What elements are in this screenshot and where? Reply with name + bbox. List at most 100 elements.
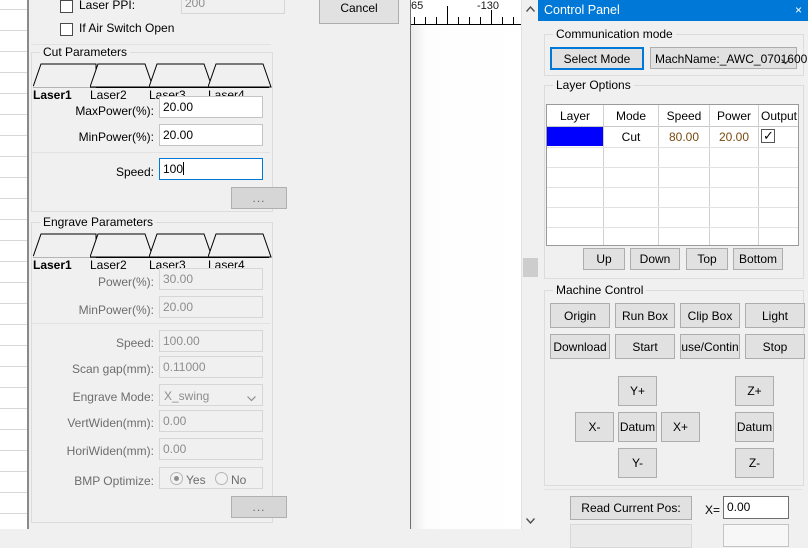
select-mode-button[interactable]: Select Mode <box>550 47 644 70</box>
grid-line <box>0 282 27 283</box>
layer-up-button[interactable]: Up <box>583 248 625 270</box>
layer-mode-cell[interactable]: Cut <box>604 127 658 147</box>
laser-parameter-dialog: Laser PPI: 200 If Air Switch Open Cut Pa… <box>29 0 411 529</box>
air-switch-checkbox[interactable] <box>60 23 73 36</box>
jog-z-datum-button[interactable]: Datum <box>735 412 774 442</box>
layer-color-swatch[interactable] <box>547 127 603 146</box>
stop-button[interactable]: Stop <box>745 334 805 359</box>
layer-top-button[interactable]: Top <box>686 248 728 270</box>
control-panel-titlebar: Control Panel × <box>538 0 808 21</box>
grid-line <box>0 324 27 325</box>
jog-y-plus-button[interactable]: Y+ <box>618 376 657 406</box>
origin-button[interactable]: Origin <box>550 303 610 328</box>
column-header-mode: Mode <box>615 108 647 123</box>
cut-maxpower-input[interactable]: 20.00 <box>159 96 263 118</box>
engrave-vertwiden-input[interactable]: 0.00 <box>159 410 263 432</box>
tab-engrave-laser2[interactable]: Laser2 <box>90 233 154 272</box>
grid-line <box>0 261 27 262</box>
grid-line <box>0 366 27 367</box>
cut-speed-input[interactable]: 100 <box>159 158 263 180</box>
bmp-optimize-no-radio[interactable] <box>215 472 228 485</box>
cut-speed-label: Speed: <box>115 165 154 179</box>
horizontal-ruler: 65 -130 <box>411 0 521 25</box>
partial-bottom-button[interactable] <box>570 524 692 548</box>
start-button[interactable]: Start <box>615 334 675 359</box>
cut-minpower-input[interactable]: 20.00 <box>159 124 263 146</box>
scroll-thumb[interactable] <box>523 258 538 277</box>
engrave-scangap-input[interactable]: 0.11000 <box>159 356 263 378</box>
jog-x-minus-button[interactable]: X- <box>575 412 614 442</box>
cut-more-button[interactable]: ... <box>231 187 287 209</box>
close-icon[interactable]: × <box>795 3 802 17</box>
layer-down-button[interactable]: Down <box>630 248 680 270</box>
text-caret <box>183 162 185 175</box>
design-canvas[interactable] <box>411 0 521 529</box>
laser-ppi-input[interactable]: 200 <box>181 0 285 14</box>
engrave-speed-input[interactable]: 100.00 <box>159 330 263 352</box>
engrave-parameters-title: Engrave Parameters <box>40 215 157 229</box>
grid-line <box>0 450 27 451</box>
engrave-minpower-input[interactable]: 20.00 <box>159 296 263 318</box>
machine-control-title: Machine Control <box>553 283 647 297</box>
partial-bottom-input[interactable] <box>723 524 789 547</box>
tab-engrave-laser2-label: Laser2 <box>90 258 127 272</box>
check-icon: ✓ <box>763 128 774 143</box>
tab-cut-laser2-label: Laser2 <box>90 88 127 102</box>
tab-engrave-laser3[interactable]: Laser3 <box>149 233 213 272</box>
layer-output-checkbox[interactable]: ✓ <box>761 129 775 143</box>
layer-speed-cell[interactable]: 80.00 <box>659 127 709 147</box>
air-switch-label: If Air Switch Open <box>79 21 175 35</box>
grid-line <box>0 72 27 73</box>
jog-z-plus-button[interactable]: Z+ <box>735 376 774 406</box>
engrave-mode-select[interactable]: X_swing <box>159 384 263 406</box>
engrave-horiwiden-label: HoriWiden(mm): <box>66 444 154 458</box>
jog-x-plus-button[interactable]: X+ <box>661 412 700 442</box>
canvas-vertical-scrollbar[interactable] <box>521 0 539 529</box>
communication-mode-title: Communication mode <box>553 27 676 41</box>
grid-line <box>0 513 27 514</box>
download-button[interactable]: Download <box>550 334 610 359</box>
bmp-optimize-yes-radio[interactable] <box>170 472 183 485</box>
ruler-major-tick <box>447 6 448 24</box>
x-position-input[interactable]: 0.00 <box>723 496 789 519</box>
run-box-button[interactable]: Run Box <box>615 303 675 328</box>
left-list-grid <box>0 0 27 529</box>
tab-cut-laser2[interactable]: Laser2 <box>90 63 154 102</box>
layer-power-cell[interactable]: 20.00 <box>710 127 758 147</box>
engrave-more-button[interactable]: ... <box>231 496 287 518</box>
ruler-tick <box>513 17 514 24</box>
scroll-up-arrow-icon[interactable] <box>522 0 539 17</box>
tab-cut-laser3[interactable]: Laser3 <box>149 63 213 102</box>
laser-ppi-checkbox[interactable] <box>60 0 73 13</box>
grid-line <box>0 408 27 409</box>
tab-cut-laser1[interactable]: Laser1 <box>33 63 97 102</box>
layer-bottom-button[interactable]: Bottom <box>733 248 783 270</box>
grid-line <box>0 114 27 115</box>
engrave-horiwiden-input[interactable]: 0.00 <box>159 438 263 460</box>
jog-z-minus-button[interactable]: Z- <box>735 448 774 478</box>
cut-section-divider <box>32 152 270 153</box>
read-current-pos-button[interactable]: Read Current Pos: <box>570 496 692 520</box>
cancel-button[interactable]: Cancel <box>319 0 399 24</box>
cut-maxpower-label: MaxPower(%): <box>75 104 154 118</box>
machine-name-select[interactable]: MachName:_AWC_0701600F <box>650 47 808 69</box>
tab-engrave-laser4[interactable]: Laser4 <box>208 233 272 272</box>
laser-ppi-label: Laser PPI: <box>79 0 136 12</box>
engrave-power-input[interactable]: 30.00 <box>159 268 263 290</box>
jog-y-minus-button[interactable]: Y- <box>618 448 657 478</box>
grid-line <box>0 51 27 52</box>
pause-continue-button[interactable]: ause/Continu <box>680 334 740 359</box>
chevron-down-icon <box>781 54 790 65</box>
grid-line <box>0 219 27 220</box>
column-header-speed: Speed <box>666 108 702 123</box>
grid-line <box>0 93 27 94</box>
tab-cut-laser4[interactable]: Laser4 <box>208 63 272 102</box>
layer-table[interactable]: Layer Mode Speed Power Output Cut 80.00 … <box>546 104 799 246</box>
tab-engrave-laser1[interactable]: Laser1 <box>33 233 97 272</box>
engrave-power-label: Power(%): <box>97 275 154 289</box>
light-button[interactable]: Light <box>745 303 805 328</box>
clip-box-button[interactable]: Clip Box <box>680 303 740 328</box>
jog-datum-button[interactable]: Datum <box>618 412 657 442</box>
ruler-tick <box>491 10 492 24</box>
scroll-down-arrow-icon[interactable] <box>522 512 539 529</box>
